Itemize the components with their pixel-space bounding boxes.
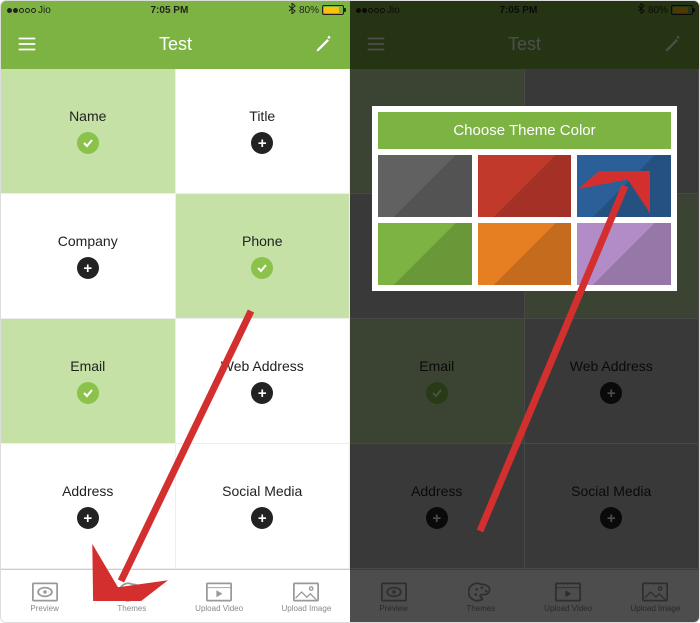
cell-phone[interactable]: Phone (176, 194, 351, 319)
tab-label: Upload Video (195, 604, 243, 613)
modal-overlay[interactable] (350, 1, 699, 623)
battery-icon (322, 5, 344, 15)
theme-color-popup: Choose Theme Color (372, 106, 677, 291)
plus-icon: + (251, 507, 273, 529)
swatch-orange[interactable] (478, 223, 572, 285)
app-header: Test (1, 19, 350, 69)
cell-social-media[interactable]: Social Media + (176, 444, 351, 569)
swatch-grid (378, 155, 671, 285)
tab-bar: Preview Themes Upload Video Upload Image (1, 569, 350, 623)
tab-label: Themes (117, 604, 146, 613)
tab-upload-video[interactable]: Upload Video (176, 570, 263, 623)
tab-label: Preview (30, 604, 58, 613)
cell-label: Web Address (221, 358, 304, 374)
popup-title: Choose Theme Color (378, 112, 671, 149)
cell-email[interactable]: Email (1, 319, 176, 444)
status-bar: Jio 7:05 PM 80% (1, 1, 350, 19)
check-icon (251, 257, 273, 279)
carrier-label: Jio (38, 5, 51, 16)
signal-dots-icon (7, 8, 36, 13)
page-title: Test (159, 34, 192, 55)
swatch-purple[interactable] (577, 223, 671, 285)
cell-company[interactable]: Company + (1, 194, 176, 319)
cell-name[interactable]: Name (1, 69, 176, 194)
video-icon (206, 582, 232, 602)
preview-icon (32, 582, 58, 602)
cell-title[interactable]: Title + (176, 69, 351, 194)
cell-label: Social Media (222, 483, 302, 499)
swatch-green[interactable] (378, 223, 472, 285)
cell-label: Title (249, 108, 275, 124)
plus-icon: + (77, 257, 99, 279)
cell-label: Phone (242, 233, 282, 249)
time-label: 7:05 PM (150, 5, 188, 16)
swatch-red[interactable] (478, 155, 572, 217)
palette-icon (119, 582, 145, 602)
swatch-gray[interactable] (378, 155, 472, 217)
tab-upload-image[interactable]: Upload Image (263, 570, 350, 623)
cell-label: Name (69, 108, 106, 124)
plus-icon: + (251, 132, 273, 154)
bluetooth-icon (288, 3, 296, 17)
check-icon (77, 132, 99, 154)
plus-icon: + (77, 507, 99, 529)
tab-label: Upload Image (281, 604, 331, 613)
screenshot-left: Jio 7:05 PM 80% Test Name Title + Com (1, 1, 350, 623)
menu-icon[interactable] (15, 32, 39, 56)
cell-address[interactable]: Address + (1, 444, 176, 569)
image-icon (293, 582, 319, 602)
screenshot-right: Jio 7:05 PM 80% Test Name Title+ Company… (350, 1, 699, 623)
battery-percent: 80% (299, 5, 319, 16)
edit-icon[interactable] (312, 32, 336, 56)
check-icon (77, 382, 99, 404)
cell-label: Company (58, 233, 118, 249)
field-grid: Name Title + Company + Phone Email Web A… (1, 69, 350, 569)
cell-label: Address (62, 483, 113, 499)
swatch-blue[interactable] (577, 155, 671, 217)
tab-themes[interactable]: Themes (88, 570, 175, 623)
plus-icon: + (251, 382, 273, 404)
tab-preview[interactable]: Preview (1, 570, 88, 623)
cell-web-address[interactable]: Web Address + (176, 319, 351, 444)
cell-label: Email (70, 358, 105, 374)
